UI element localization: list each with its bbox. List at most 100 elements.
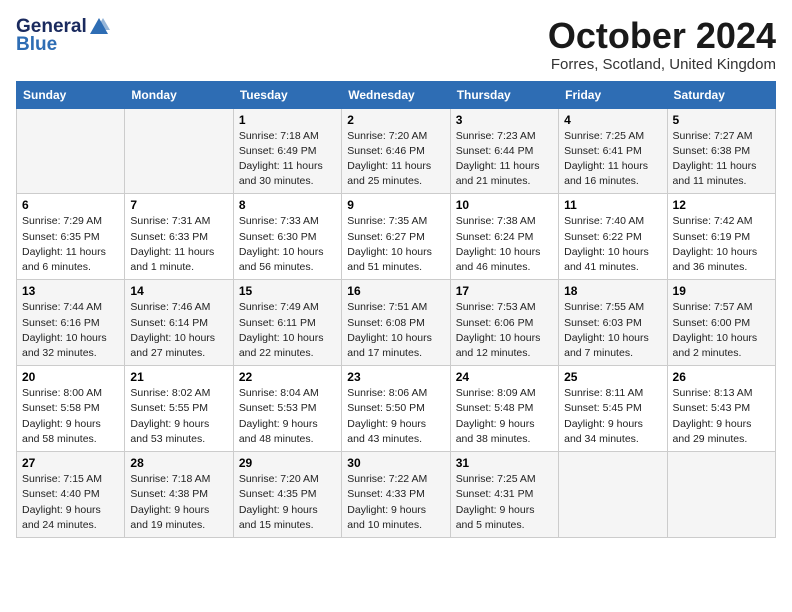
logo-icon [88,16,110,38]
calendar-cell [667,452,775,538]
day-number: 8 [239,198,336,212]
day-detail: Sunrise: 7:42 AMSunset: 6:19 PMDaylight:… [673,215,758,273]
day-header: Monday [125,81,233,108]
calendar-cell: 30 Sunrise: 7:22 AMSunset: 4:33 PMDayligh… [342,452,450,538]
day-number: 1 [239,113,336,127]
calendar-cell [559,452,667,538]
day-number: 25 [564,370,661,384]
header-row: SundayMondayTuesdayWednesdayThursdayFrid… [17,81,776,108]
day-number: 29 [239,456,336,470]
calendar-week: 13Sunrise: 7:44 AMSunset: 6:16 PMDayligh… [17,280,776,366]
calendar-cell: 18 Sunrise: 7:55 AMSunset: 6:03 PMDayligh… [559,280,667,366]
day-detail: Sunrise: 7:57 AMSunset: 6:00 PMDaylight:… [673,301,758,359]
day-number: 30 [347,456,444,470]
day-detail: Sunrise: 7:22 AMSunset: 4:33 PMDaylight:… [347,473,427,531]
day-number: 11 [564,198,661,212]
day-detail: Sunrise: 7:35 AMSunset: 6:27 PMDaylight:… [347,215,432,273]
day-number: 16 [347,284,444,298]
calendar-cell: 24 Sunrise: 8:09 AMSunset: 5:48 PMDayligh… [450,366,558,452]
day-header: Sunday [17,81,125,108]
day-number: 21 [130,370,227,384]
day-number: 17 [456,284,553,298]
day-detail: Sunrise: 8:04 AMSunset: 5:53 PMDaylight:… [239,387,319,445]
day-number: 22 [239,370,336,384]
day-number: 19 [673,284,770,298]
day-detail: Sunrise: 8:09 AMSunset: 5:48 PMDaylight:… [456,387,536,445]
day-number: 28 [130,456,227,470]
day-number: 6 [22,198,119,212]
day-detail: Sunrise: 7:31 AMSunset: 6:33 PMDaylight:… [130,215,214,273]
day-number: 15 [239,284,336,298]
day-detail: Sunrise: 7:20 AMSunset: 4:35 PMDaylight:… [239,473,319,531]
calendar-cell: 7Sunrise: 7:31 AMSunset: 6:33 PMDaylight… [125,194,233,280]
calendar-cell [125,108,233,194]
calendar-cell: 3 Sunrise: 7:23 AMSunset: 6:44 PMDaylight… [450,108,558,194]
day-detail: Sunrise: 7:46 AMSunset: 6:14 PMDaylight:… [130,301,215,359]
calendar-cell: 6 Sunrise: 7:29 AMSunset: 6:35 PMDaylight… [17,194,125,280]
day-number: 24 [456,370,553,384]
calendar-cell: 27 Sunrise: 7:15 AMSunset: 4:40 PMDayligh… [17,452,125,538]
calendar-cell: 29 Sunrise: 7:20 AMSunset: 4:35 PMDayligh… [233,452,341,538]
day-detail: Sunrise: 7:18 AMSunset: 6:49 PMDaylight:… [239,130,323,188]
calendar-cell: 20 Sunrise: 8:00 AMSunset: 5:58 PMDayligh… [17,366,125,452]
day-detail: Sunrise: 7:44 AMSunset: 6:16 PMDaylight:… [22,301,107,359]
day-number: 3 [456,113,553,127]
day-detail: Sunrise: 8:06 AMSunset: 5:50 PMDaylight:… [347,387,427,445]
calendar-week: 27 Sunrise: 7:15 AMSunset: 4:40 PMDayligh… [17,452,776,538]
day-number: 10 [456,198,553,212]
calendar-cell: 16Sunrise: 7:51 AMSunset: 6:08 PMDayligh… [342,280,450,366]
day-detail: Sunrise: 7:27 AMSunset: 6:38 PMDaylight:… [673,130,757,188]
day-number: 27 [22,456,119,470]
day-detail: Sunrise: 8:11 AMSunset: 5:45 PMDaylight:… [564,387,643,445]
day-detail: Sunrise: 7:18 AMSunset: 4:38 PMDaylight:… [130,473,210,531]
day-detail: Sunrise: 7:25 AMSunset: 4:31 PMDaylight:… [456,473,536,531]
calendar-table: SundayMondayTuesdayWednesdayThursdayFrid… [16,81,776,538]
day-detail: Sunrise: 7:55 AMSunset: 6:03 PMDaylight:… [564,301,649,359]
calendar-cell: 5 Sunrise: 7:27 AMSunset: 6:38 PMDaylight… [667,108,775,194]
calendar-cell: 26 Sunrise: 8:13 AMSunset: 5:43 PMDayligh… [667,366,775,452]
calendar-cell: 9Sunrise: 7:35 AMSunset: 6:27 PMDaylight… [342,194,450,280]
calendar-cell: 10 Sunrise: 7:38 AMSunset: 6:24 PMDayligh… [450,194,558,280]
day-detail: Sunrise: 7:38 AMSunset: 6:24 PMDaylight:… [456,215,541,273]
day-detail: Sunrise: 7:40 AMSunset: 6:22 PMDaylight:… [564,215,649,273]
logo-blue: Blue [16,34,57,56]
day-number: 14 [130,284,227,298]
calendar-cell: 8 Sunrise: 7:33 AMSunset: 6:30 PMDaylight… [233,194,341,280]
title-block: October 2024 Forres, Scotland, United Ki… [548,16,776,73]
day-number: 12 [673,198,770,212]
calendar-cell: 4 Sunrise: 7:25 AMSunset: 6:41 PMDaylight… [559,108,667,194]
day-number: 23 [347,370,444,384]
calendar-cell: 13Sunrise: 7:44 AMSunset: 6:16 PMDayligh… [17,280,125,366]
day-number: 26 [673,370,770,384]
page-header: General Blue October 2024 Forres, Scotla… [16,16,776,73]
day-detail: Sunrise: 7:29 AMSunset: 6:35 PMDaylight:… [22,215,106,273]
day-number: 18 [564,284,661,298]
calendar-cell: 19 Sunrise: 7:57 AMSunset: 6:00 PMDayligh… [667,280,775,366]
calendar-cell: 14 Sunrise: 7:46 AMSunset: 6:14 PMDayligh… [125,280,233,366]
calendar-cell: 17 Sunrise: 7:53 AMSunset: 6:06 PMDayligh… [450,280,558,366]
day-detail: Sunrise: 7:33 AMSunset: 6:30 PMDaylight:… [239,215,324,273]
location: Forres, Scotland, United Kingdom [548,56,776,73]
day-detail: Sunrise: 7:23 AMSunset: 6:44 PMDaylight:… [456,130,540,188]
month-title: October 2024 [548,16,776,56]
calendar-week: 20 Sunrise: 8:00 AMSunset: 5:58 PMDayligh… [17,366,776,452]
day-detail: Sunrise: 7:20 AMSunset: 6:46 PMDaylight:… [347,130,431,188]
day-detail: Sunrise: 7:25 AMSunset: 6:41 PMDaylight:… [564,130,648,188]
day-detail: Sunrise: 7:53 AMSunset: 6:06 PMDaylight:… [456,301,541,359]
day-detail: Sunrise: 8:02 AMSunset: 5:55 PMDaylight:… [130,387,210,445]
day-detail: Sunrise: 8:00 AMSunset: 5:58 PMDaylight:… [22,387,102,445]
day-number: 20 [22,370,119,384]
day-detail: Sunrise: 7:49 AMSunset: 6:11 PMDaylight:… [239,301,324,359]
calendar-cell: 31Sunrise: 7:25 AMSunset: 4:31 PMDayligh… [450,452,558,538]
day-number: 4 [564,113,661,127]
calendar-cell: 1 Sunrise: 7:18 AMSunset: 6:49 PMDaylight… [233,108,341,194]
day-detail: Sunrise: 7:15 AMSunset: 4:40 PMDaylight:… [22,473,102,531]
calendar-cell [17,108,125,194]
day-header: Wednesday [342,81,450,108]
day-number: 5 [673,113,770,127]
day-detail: Sunrise: 8:13 AMSunset: 5:43 PMDaylight:… [673,387,753,445]
day-header: Tuesday [233,81,341,108]
day-header: Saturday [667,81,775,108]
calendar-cell: 2Sunrise: 7:20 AMSunset: 6:46 PMDaylight… [342,108,450,194]
calendar-week: 6 Sunrise: 7:29 AMSunset: 6:35 PMDaylight… [17,194,776,280]
